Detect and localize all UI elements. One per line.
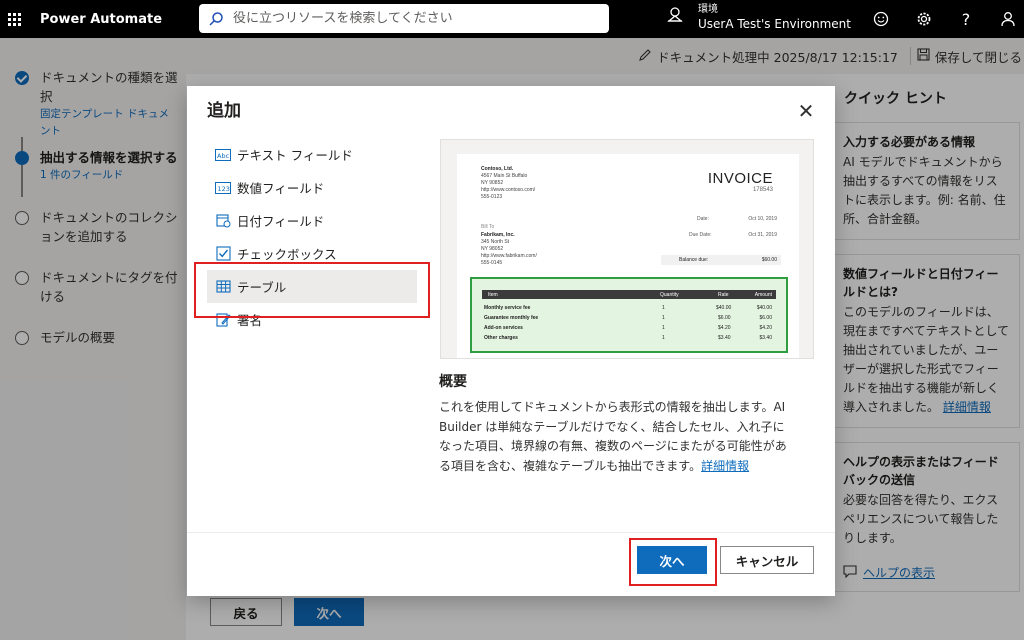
date-value: Oct 10, 2019 xyxy=(748,216,777,222)
text-field-icon: Abc xyxy=(215,147,231,163)
table-option-highlight xyxy=(194,262,430,318)
due-value: Oct 31, 2019 xyxy=(748,232,777,238)
smiley-icon[interactable] xyxy=(863,0,899,38)
bill-to-label: Bill To xyxy=(481,224,495,230)
row-qty: 1 xyxy=(662,305,665,311)
header-item: Item xyxy=(488,292,498,298)
row-amount: $3.40 xyxy=(759,335,772,341)
svg-text:123: 123 xyxy=(218,185,230,193)
row-qty: 1 xyxy=(662,325,665,331)
date-field-icon xyxy=(215,213,231,229)
close-icon[interactable]: ✕ xyxy=(795,99,817,123)
bill-to-line: http://www.fabrikam.com/ xyxy=(481,253,537,259)
row-rate: $6.00 xyxy=(718,315,731,321)
add-field-dialog: 追加 ✕ Abc テキスト フィールド 123 数値フィールド 日付フィールド … xyxy=(187,86,835,596)
bill-to-line: 555-0145 xyxy=(481,260,503,266)
help-icon[interactable]: ? xyxy=(948,0,984,38)
invoice-company-line: NY 90852 xyxy=(481,180,504,186)
row-rate: $3.40 xyxy=(718,335,731,341)
invoice-company-line: 555-0123 xyxy=(481,194,503,200)
field-type-label: 数値フィールド xyxy=(237,181,325,196)
invoice-table-row: Monthly service fee 1 $40.00 $40.00 xyxy=(482,303,776,312)
cancel-button[interactable]: キャンセル xyxy=(720,546,814,574)
row-rate: $4.20 xyxy=(718,325,731,331)
invoice-sample: Contoso, Ltd. 4567 Main St Buffalo NY 90… xyxy=(457,154,799,358)
gear-icon[interactable] xyxy=(906,0,942,38)
top-bar: Power Automate 環境 UserA Test's Environme… xyxy=(0,0,1024,38)
header-quantity: Quantity xyxy=(660,292,679,298)
user-icon[interactable] xyxy=(990,0,1024,38)
environment-name: UserA Test's Environment xyxy=(698,17,851,31)
invoice-number: 178543 xyxy=(752,187,773,193)
number-field-icon: 123 xyxy=(215,180,231,196)
environment-picker[interactable]: 環境 UserA Test's Environment xyxy=(666,3,851,31)
invoice-date-row: Date: Oct 10, 2019 xyxy=(661,216,781,224)
checkbox-icon xyxy=(215,246,231,262)
balance-value: $60.00 xyxy=(761,257,777,263)
row-rate: $40.00 xyxy=(716,305,732,311)
environment-label: 環境 xyxy=(698,4,718,15)
search-input[interactable] xyxy=(233,11,593,26)
next-button-highlight xyxy=(629,538,717,586)
row-amount: $6.00 xyxy=(759,315,772,321)
invoice-due-row: Due Date: Oct 31, 2019 xyxy=(661,232,781,240)
row-item: Monthly service fee xyxy=(484,305,531,311)
overview-description: これを使用してドキュメントから表形式の情報を抽出します。AI Builder は… xyxy=(439,398,789,476)
row-item: Add-on services xyxy=(484,325,523,331)
field-type-label: チェックボックス xyxy=(237,247,337,262)
invoice-table-row: Add-on services 1 $4.20 $4.20 xyxy=(482,323,776,332)
field-type-text[interactable]: Abc テキスト フィールド xyxy=(207,138,417,171)
bill-to-line: 345 North St xyxy=(481,239,510,245)
footer-divider xyxy=(187,532,835,533)
environment-icon xyxy=(666,6,690,28)
invoice-company-name: Contoso, Ltd. xyxy=(481,166,514,172)
balance-label: Balance due: xyxy=(679,257,709,263)
field-type-date[interactable]: 日付フィールド xyxy=(207,204,417,237)
row-qty: 1 xyxy=(662,315,665,321)
row-amount: $4.20 xyxy=(759,325,772,331)
row-item: Other charges xyxy=(484,335,518,341)
row-item: Guarantee monthly fee xyxy=(484,315,539,321)
invoice-company-line: 4567 Main St Buffalo xyxy=(481,173,528,179)
invoice-balance-row: Balance due: $60.00 xyxy=(661,255,781,265)
invoice-table-header: Item Quantity Rate Amount xyxy=(482,290,776,299)
row-amount: $40.00 xyxy=(756,305,772,311)
date-label: Date: xyxy=(697,216,709,222)
app-title[interactable]: Power Automate xyxy=(40,12,198,27)
invoice-company-line: http://www.contoso.com/ xyxy=(481,187,536,193)
invoice-table-highlight: Item Quantity Rate Amount Monthly servic… xyxy=(470,277,788,353)
invoice-table-row: Other charges 1 $3.40 $3.40 xyxy=(482,333,776,342)
table-preview-image: Contoso, Ltd. 4567 Main St Buffalo NY 90… xyxy=(440,139,814,359)
row-qty: 1 xyxy=(662,335,665,341)
due-label: Due Date: xyxy=(689,232,712,238)
field-type-label: 日付フィールド xyxy=(237,214,325,229)
header-amount: Amount xyxy=(754,292,772,298)
svg-text:Abc: Abc xyxy=(217,152,230,160)
search-icon xyxy=(199,11,233,27)
overview-title: 概要 xyxy=(439,374,467,390)
invoice-table-row: Guarantee monthly fee 1 $6.00 $6.00 xyxy=(482,313,776,322)
field-type-number[interactable]: 123 数値フィールド xyxy=(207,171,417,204)
bill-to-line: Fabrikam, Inc. xyxy=(481,232,515,238)
invoice-title: INVOICE xyxy=(707,170,773,187)
field-type-label: テキスト フィールド xyxy=(237,148,353,163)
search-box[interactable] xyxy=(199,4,609,33)
dialog-title: 追加 xyxy=(207,101,241,121)
waffle-icon[interactable] xyxy=(0,0,28,38)
header-rate: Rate xyxy=(718,292,729,298)
bill-to-line: NY 98052 xyxy=(481,246,504,252)
learn-more-link[interactable]: 詳細情報 xyxy=(701,459,749,473)
